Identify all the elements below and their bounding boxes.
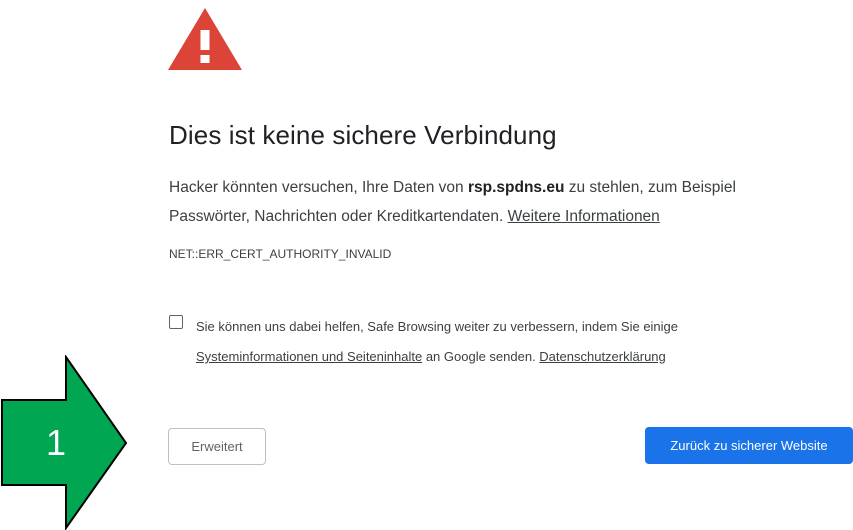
back-to-safety-button[interactable]: Zurück zu sicherer Website: [645, 427, 853, 464]
more-info-link[interactable]: Weitere Informationen: [508, 208, 660, 225]
safe-browsing-text-2: an Google senden.: [422, 349, 540, 364]
warning-description: Hacker könnten versuchen, Ihre Daten von…: [169, 173, 819, 231]
error-code: NET::ERR_CERT_AUTHORITY_INVALID: [169, 247, 392, 261]
description-text-1: Hacker könnten versuchen, Ihre Daten von: [169, 179, 468, 196]
advanced-button[interactable]: Erweitert: [168, 428, 266, 465]
privacy-policy-link[interactable]: Datenschutzerklärung: [539, 349, 665, 364]
safe-browsing-checkbox[interactable]: [169, 315, 183, 329]
safe-browsing-text-1: Sie können uns dabei helfen, Safe Browsi…: [196, 319, 679, 334]
annotation-number: 1: [45, 422, 67, 463]
domain-name: rsp.spdns.eu: [467, 179, 565, 196]
safe-browsing-text: Sie können uns dabei helfen, Safe Browsi…: [196, 312, 776, 372]
system-info-link[interactable]: Systeminformationen und Seiteninhalte: [196, 349, 422, 364]
page-title: Dies ist keine sichere Verbindung: [169, 120, 557, 150]
warning-icon: [168, 8, 242, 70]
